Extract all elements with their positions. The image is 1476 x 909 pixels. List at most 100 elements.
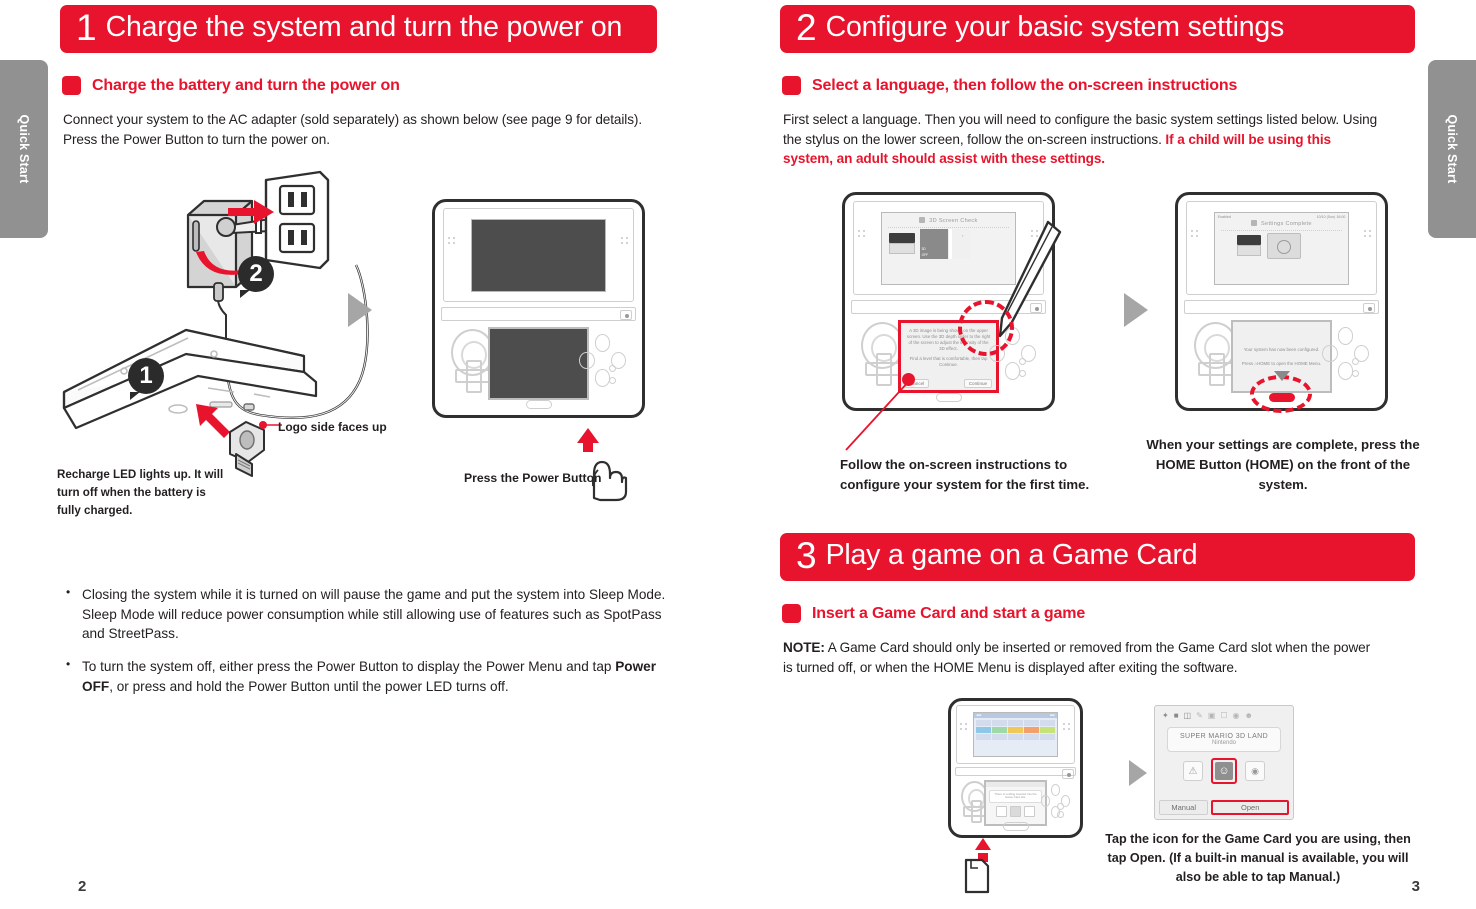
speaker-left-icon [447, 236, 458, 247]
x-button [595, 334, 611, 352]
y-button [579, 351, 595, 370]
screen-home-menu: ■■■ ■■■ [974, 712, 1057, 757]
caption-tap-open: Tap the icon for the Game Card you are u… [1098, 830, 1418, 887]
screen-empty-slot: There is nothing inserted into the Game … [985, 781, 1046, 824]
caption-line-3c: .) [1332, 869, 1341, 884]
touch-screen [487, 326, 590, 401]
speaker-left-icon [1190, 229, 1201, 240]
select-button [1057, 811, 1065, 819]
caption-line-3a: also be able to tap [1175, 869, 1290, 884]
game-card-icon-selected[interactable]: ☺ [1211, 758, 1237, 784]
warning-icon[interactable]: ⚠ [1183, 761, 1203, 781]
screen-toolbar: ✦ ■ ◫ ✎ ▣ ☐ ◉ ☻ [1155, 706, 1293, 725]
square-icon: ■ [1173, 711, 1179, 720]
gear-icon [919, 216, 926, 223]
power-button-arrow-icon [577, 428, 599, 452]
subheading-insert-game-card: Insert a Game Card and start a game [782, 604, 1085, 623]
mini-system-icon [888, 232, 915, 255]
upper-screen [470, 218, 607, 292]
sun-icon: ✦ [1162, 711, 1169, 720]
x-button [1338, 327, 1354, 345]
subheading-label: Charge the battery and turn the power on [92, 76, 400, 94]
home-button [1002, 822, 1029, 832]
subheading-charge-battery: Charge the battery and turn the power on [62, 76, 400, 95]
step-number: 3 [796, 534, 817, 576]
speaker-right-icon [1362, 229, 1373, 240]
page-number-left: 2 [78, 878, 87, 895]
open-button[interactable]: Open [1211, 800, 1289, 815]
lower-half: There is nothing inserted into the Game … [955, 777, 1076, 832]
note-text: A Game Card should only be inserted or r… [783, 640, 1371, 675]
friends-icon: ☻ [1244, 711, 1253, 720]
subheading-label: Select a language, then follow the on-sc… [812, 76, 1238, 94]
flow-arrow-icon [348, 293, 372, 327]
upper-screen-bezel: ■■■ ■■■ [956, 705, 1075, 764]
upper-screen: Enabled 10/10 (Sun) 16:00 Settings Compl… [1213, 211, 1350, 285]
hinge [1184, 300, 1379, 315]
b-button [595, 369, 611, 387]
game-card-select-screen: ✦ ■ ◫ ✎ ▣ ☐ ◉ ☻ SUPER MARIO 3D LAND Nint… [1154, 705, 1294, 820]
step-banner-1: 1 Charge the system and turn the power o… [60, 5, 657, 53]
speaker-left-icon [958, 722, 969, 733]
b-button [1338, 362, 1354, 380]
manual-button[interactable]: Manual [1159, 800, 1209, 815]
camera-app-icon[interactable]: ◉ [1245, 761, 1265, 781]
hinge [441, 307, 636, 322]
game-title: SUPER MARIO 3D LAND [1179, 733, 1269, 740]
y-button [1041, 795, 1051, 807]
side-tab-label: Quick Start [17, 114, 31, 184]
upper-screen: ■■■ ■■■ [973, 711, 1058, 758]
game-card-icon [964, 858, 990, 894]
home-button [935, 392, 962, 402]
face-buttons [1320, 322, 1371, 380]
intro-paragraph-2: First select a language. Then you will n… [783, 110, 1383, 169]
screen-body-2: Find a level that is comfortable, then t… [909, 355, 988, 367]
flow-arrow-icon [1124, 293, 1148, 327]
wireless-switch-icon [619, 309, 632, 320]
side-tab-label: Quick Start [1445, 114, 1459, 184]
step-title: Configure your basic system settings [825, 11, 1285, 44]
screen-body-2: Press ⌂HOME to open the HOME Menu. [1241, 360, 1322, 366]
step-badge-2: 2 [238, 256, 274, 298]
note-label: NOTE: [783, 640, 825, 655]
face-buttons [1040, 781, 1072, 818]
home-button [525, 399, 552, 409]
press-power-caption: Press the Power Button [464, 471, 602, 485]
page-number-right: 3 [1411, 878, 1420, 895]
caption-follow-instructions: Follow the on-screen instructions to con… [840, 457, 1090, 492]
continue-button[interactable]: Continue [963, 379, 993, 389]
tap-highlight-ring [958, 300, 1014, 356]
y-button [1322, 344, 1338, 363]
hinge [954, 767, 1077, 777]
touch-screen: There is nothing inserted into the Game … [983, 779, 1048, 826]
list-item: Closing the system while it is turned on… [60, 584, 670, 644]
page-right: Quick Start 2 Configure your basic syste… [738, 0, 1476, 909]
grid-icon: ◫ [1183, 711, 1192, 720]
photo-icon: ▣ [1207, 711, 1216, 720]
side-tab-quick-start-left: Quick Start [0, 60, 48, 238]
intro-paragraph: Connect your system to the AC adapter (s… [63, 112, 643, 147]
app-icon-row: ⚠ ☺ ◉ [1155, 758, 1293, 784]
subheading-select-language: Select a language, then follow the on-sc… [782, 76, 1237, 95]
home-menu-grid [974, 718, 1056, 742]
step-title: Play a game on a Game Card [825, 539, 1198, 572]
caption-home-button: When your settings are complete, press t… [1146, 437, 1420, 492]
status-left: Enabled [1217, 214, 1231, 219]
red-square-icon [782, 76, 801, 95]
b-button [1005, 362, 1021, 380]
wrench-icon [1251, 219, 1258, 226]
speech-bubble [1266, 232, 1301, 259]
globe-icon: ◉ [1232, 711, 1240, 720]
open-bold: Open [1129, 850, 1163, 865]
note-paragraph: NOTE: A Game Card should only be inserte… [783, 638, 1383, 677]
step-title: Charge the system and turn the power on [105, 11, 623, 44]
screen-title: Settings Complete [1215, 219, 1349, 227]
step-badge-1: 1 [128, 358, 164, 400]
step-banner-3: 3 Play a game on a Game Card [780, 533, 1415, 581]
status-right: 10/10 (Sun) 16:00 [1316, 214, 1346, 219]
step-banner-2: 2 Configure your basic system settings [780, 5, 1415, 53]
side-tab-quick-start-right: Quick Start [1428, 60, 1476, 238]
red-square-icon [62, 76, 81, 95]
screen-button-row: Manual Open [1159, 800, 1289, 815]
recharge-led-caption: Recharge LED lights up. It will turn off… [57, 468, 224, 517]
